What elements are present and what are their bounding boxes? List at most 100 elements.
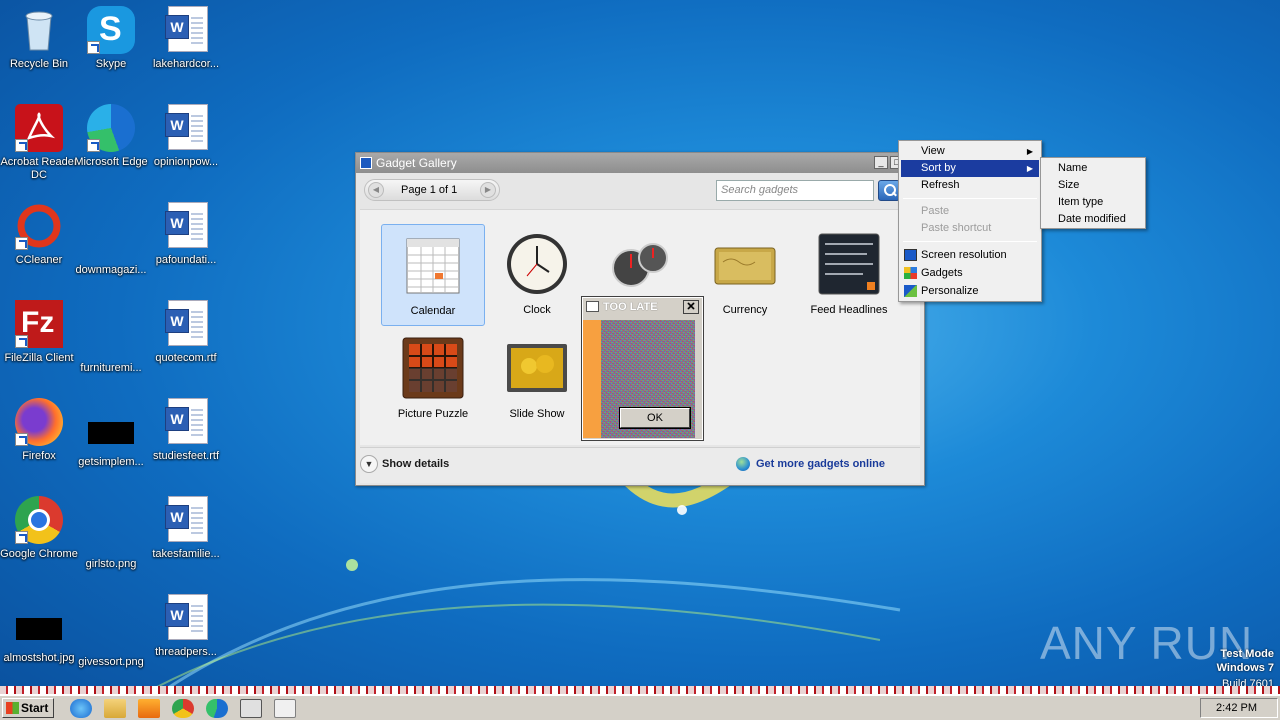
- menu-item-personalize[interactable]: Personalize: [901, 283, 1039, 300]
- show-details-toggle[interactable]: ▼ Show details: [360, 455, 450, 473]
- desktop-icon-almostshot[interactable]: almostshot.jpg: [0, 604, 78, 665]
- menu-item-view[interactable]: View ▶: [901, 143, 1039, 160]
- clock-icon: [505, 232, 569, 296]
- search-gadgets-input[interactable]: Search gadgets: [716, 180, 874, 201]
- chrome-icon: [15, 496, 63, 544]
- picture-puzzle-icon: [401, 336, 465, 400]
- desktop-icon-chrome[interactable]: Google Chrome: [0, 496, 78, 561]
- menu-item-label: Sort by: [921, 162, 956, 174]
- desktop-icon-takesfamilie[interactable]: takesfamilie...: [147, 496, 225, 561]
- file-explorer-icon[interactable]: [104, 699, 126, 718]
- acrobat-icon: [15, 104, 63, 152]
- media-player-icon[interactable]: [138, 699, 160, 718]
- cpu-meter-icon: [609, 232, 673, 296]
- sort-by-date-modified[interactable]: Date modified: [1043, 211, 1145, 228]
- test-mode-label: Test Mode: [1220, 648, 1274, 660]
- menu-item-label: Personalize: [921, 285, 979, 297]
- gadget-gallery-taskbar-icon[interactable]: [274, 699, 296, 718]
- firefox-icon: [15, 398, 63, 446]
- page-navigator: ◀ Page 1 of 1 ▶: [364, 179, 500, 201]
- menu-item-sort-by[interactable]: Sort by ▶: [901, 160, 1039, 177]
- windows-flag-icon: [6, 702, 19, 714]
- dialog-titlebar[interactable]: TOO LATE ✕: [583, 298, 702, 316]
- dialog-image-strip: [583, 320, 601, 438]
- desktop-icon-ccleaner[interactable]: CCleaner: [0, 202, 78, 267]
- dialog-title: TOO LATE: [603, 301, 658, 313]
- close-button[interactable]: ✕: [683, 300, 699, 314]
- desktop-icon-opinionpow[interactable]: opinionpow...: [147, 104, 225, 169]
- show-details-label: Show details: [382, 458, 450, 470]
- next-page-button[interactable]: ▶: [480, 182, 496, 198]
- chevron-down-icon[interactable]: ▼: [360, 455, 378, 473]
- ok-button[interactable]: OK: [619, 407, 691, 429]
- menu-item-refresh[interactable]: Refresh: [901, 177, 1039, 194]
- desktop-icon-getsimplem[interactable]: getsimplem...: [72, 408, 150, 469]
- internet-explorer-icon[interactable]: [70, 699, 92, 718]
- gadget-calendar[interactable]: Calendar: [381, 224, 485, 326]
- currency-icon: [713, 232, 777, 296]
- menu-item-label: Paste shortcut: [921, 222, 992, 234]
- calculator-icon[interactable]: [240, 699, 262, 718]
- globe-icon: [736, 457, 750, 471]
- minimize-button[interactable]: _: [874, 156, 888, 169]
- feed-headlines-icon: [817, 232, 881, 296]
- page-label: Page 1 of 1: [401, 184, 458, 196]
- edge-icon: [87, 104, 135, 152]
- monitor-icon: [904, 249, 917, 261]
- chrome-taskbar-icon[interactable]: [172, 699, 194, 718]
- desktop-icon-lakehardcor[interactable]: lakehardcor...: [147, 6, 225, 71]
- gadget-slide-show[interactable]: Slide Show: [485, 328, 589, 430]
- desktop-icon-givessort[interactable]: givessort.png: [72, 608, 150, 669]
- get-more-gadgets-link[interactable]: Get more gadgets online: [756, 458, 885, 470]
- gadget-picture-puzzle[interactable]: Picture Puzzle: [381, 328, 485, 430]
- desktop-icon-furnituremi[interactable]: furnituremi...: [72, 314, 150, 375]
- windows-version-label: Windows 7: [1216, 662, 1274, 674]
- blank-file-icon: [89, 326, 133, 350]
- sort-by-item-type[interactable]: Item type: [1043, 194, 1145, 211]
- desktop-icon-quotecom[interactable]: quotecom.rtf: [147, 300, 225, 365]
- gadget-clock[interactable]: Clock: [485, 224, 589, 326]
- desktop-icon-acrobat[interactable]: Acrobat Reader DC: [0, 104, 78, 182]
- clock[interactable]: 2:42 PM: [1216, 702, 1257, 714]
- menu-item-gadgets[interactable]: Gadgets: [901, 265, 1039, 282]
- sort-by-size[interactable]: Size: [1043, 177, 1145, 194]
- desktop-context-menu: View ▶ Sort by ▶ Refresh Paste Paste sho…: [898, 140, 1042, 302]
- menu-item-screen-resolution[interactable]: Screen resolution: [901, 247, 1039, 264]
- edge-taskbar-icon[interactable]: [206, 699, 228, 718]
- menu-item-paste-shortcut: Paste shortcut: [901, 220, 1039, 237]
- sort-by-submenu: Name Size Item type Date modified: [1040, 157, 1146, 229]
- desktop-icon-recycle-bin[interactable]: Recycle Bin: [0, 6, 78, 71]
- menu-separator: [903, 198, 1037, 199]
- taskbar: Start 2:42 PM: [0, 694, 1280, 720]
- gadgets-icon: [904, 267, 917, 279]
- word-document-icon: [162, 398, 210, 446]
- word-document-icon: [162, 300, 210, 348]
- desktop-icon-firefox[interactable]: Firefox: [0, 398, 78, 463]
- blank-file-icon: [89, 620, 133, 644]
- desktop-icon-threadpers[interactable]: threadpers...: [147, 594, 225, 659]
- image-thumbnail: [16, 618, 62, 640]
- gadget-currency[interactable]: Currency: [693, 224, 797, 326]
- menu-separator: [903, 241, 1037, 242]
- calendar-icon: [401, 233, 465, 297]
- desktop-icon-edge[interactable]: Microsoft Edge: [72, 104, 150, 169]
- gadget-feed-headlines[interactable]: Feed Headlines: [797, 224, 901, 326]
- gadget-gallery-titlebar[interactable]: Gadget Gallery _ □: [356, 153, 924, 173]
- word-document-icon: [162, 202, 210, 250]
- sort-by-name[interactable]: Name: [1043, 160, 1145, 177]
- desktop-icon-pafoundati[interactable]: pafoundati...: [147, 202, 225, 267]
- too-late-dialog: TOO LATE ✕ OK: [581, 296, 704, 441]
- search-button[interactable]: [878, 180, 900, 201]
- desktop-icon-girlsto[interactable]: girlsto.png: [72, 510, 150, 571]
- desktop-icon-downmagazi[interactable]: downmagazi...: [72, 216, 150, 277]
- menu-item-paste: Paste: [901, 203, 1039, 220]
- desktop-icon-studiesfeet[interactable]: studiesfeet.rtf: [147, 398, 225, 463]
- blank-file-icon: [89, 228, 133, 252]
- desktop-icon-skype[interactable]: S Skype: [72, 6, 150, 71]
- previous-page-button[interactable]: ◀: [368, 182, 384, 198]
- chevron-right-icon: ▶: [1026, 147, 1033, 156]
- desktop-icon-filezilla[interactable]: Fz FileZilla Client: [0, 300, 78, 365]
- start-button[interactable]: Start: [2, 698, 54, 718]
- menu-item-label: View: [921, 145, 945, 157]
- system-tray: 2:42 PM: [1200, 698, 1278, 718]
